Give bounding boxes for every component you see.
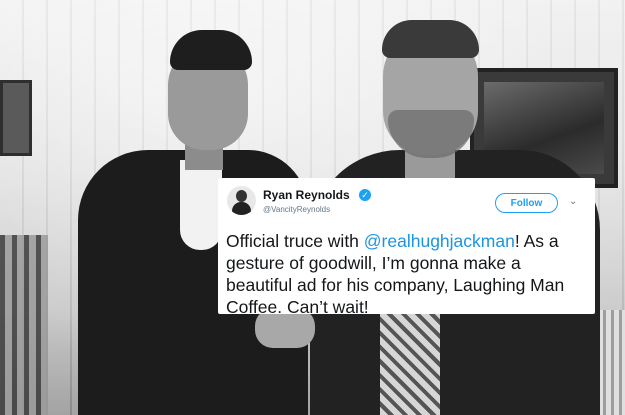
tweet-text: Official truce with @realhughjackman! As… (226, 231, 565, 317)
chevron-down-icon[interactable]: ⌄ (569, 196, 577, 207)
avatar[interactable] (227, 186, 256, 215)
follow-button[interactable]: Follow (495, 193, 558, 213)
tweet-handle[interactable]: @VancityReynolds (263, 205, 330, 214)
person-left-shirt (180, 160, 222, 250)
chair (0, 235, 48, 415)
mention-link[interactable]: @realhughjackman (364, 231, 515, 251)
person-right-hair (382, 20, 479, 58)
tweet-display-name[interactable]: Ryan Reynolds (263, 188, 350, 202)
verified-badge-icon: ✓ (359, 189, 371, 201)
person-left-hair (170, 30, 252, 70)
wall-picture-frame-left (0, 80, 32, 156)
